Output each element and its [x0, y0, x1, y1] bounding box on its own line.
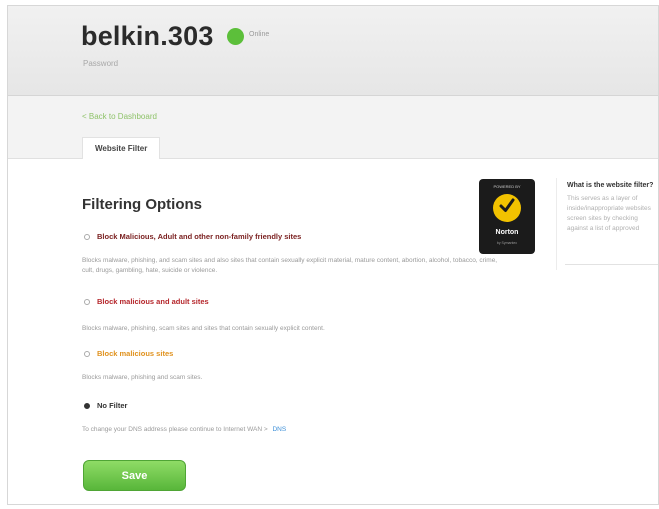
dns-note: To change your DNS address please contin… — [82, 426, 286, 433]
option-block-non-family-friendly[interactable]: Block Malicious, Adult and other non-fam… — [84, 232, 301, 241]
status-text: Online — [249, 31, 270, 38]
divider — [565, 264, 658, 265]
info-body: This serves as a layer of inside/inappro… — [567, 194, 651, 234]
info-line: inside/inappropriate websites — [567, 205, 651, 212]
save-button[interactable]: Save — [83, 460, 186, 491]
dns-link[interactable]: DNS — [272, 426, 286, 433]
option-description: Blocks malware, phishing, and scam sites… — [82, 257, 498, 274]
radio-button[interactable] — [84, 233, 90, 240]
option-no-filter[interactable]: No Filter — [84, 401, 127, 410]
norton-check-icon — [493, 194, 521, 222]
badge-bottom-text: by Symantec — [496, 241, 518, 245]
option-block-malicious-adult[interactable]: Block malicious and adult sites — [84, 297, 209, 306]
info-line: This serves as a layer of — [567, 195, 638, 202]
radio-button-selected[interactable] — [84, 402, 90, 409]
sub-navigation: < Back to Dashboard Website Filter — [8, 96, 658, 159]
info-line: screen sites by checking — [567, 215, 638, 222]
option-description: Blocks malware, phishing, scam sites and… — [82, 325, 325, 332]
radio-button[interactable] — [84, 350, 90, 357]
option-label: Block Malicious, Adult and other non-fam… — [97, 232, 302, 241]
password-label: Password — [83, 59, 119, 68]
option-label: No Filter — [97, 401, 128, 410]
status-online-icon — [227, 28, 244, 45]
norton-badge: POWERED BY Norton by Symantec — [479, 179, 535, 254]
option-label: Block malicious and adult sites — [97, 297, 209, 306]
section-title: Filtering Options — [82, 196, 202, 213]
info-line: against a list of approved — [567, 225, 640, 232]
dns-note-text: To change your DNS address please contin… — [82, 426, 268, 433]
page-frame: belkin.303 Online Password < Back to Das… — [7, 5, 659, 505]
badge-powered-by: POWERED BY — [493, 184, 521, 189]
header: belkin.303 Online Password — [8, 6, 658, 96]
router-name: belkin.303 — [81, 21, 214, 51]
option-description: Blocks malware, phishing and scam sites. — [82, 374, 203, 381]
radio-button[interactable] — [84, 298, 90, 305]
tab-website-filter[interactable]: Website Filter — [82, 137, 161, 159]
back-to-dashboard-link[interactable]: < Back to Dashboard — [82, 112, 157, 121]
option-label: Block malicious sites — [97, 349, 174, 358]
info-panel: What is the website filter? This serves … — [556, 178, 658, 270]
norton-brand: Norton — [495, 229, 519, 236]
info-title: What is the website filter? — [567, 182, 654, 189]
option-block-malicious[interactable]: Block malicious sites — [84, 349, 173, 358]
